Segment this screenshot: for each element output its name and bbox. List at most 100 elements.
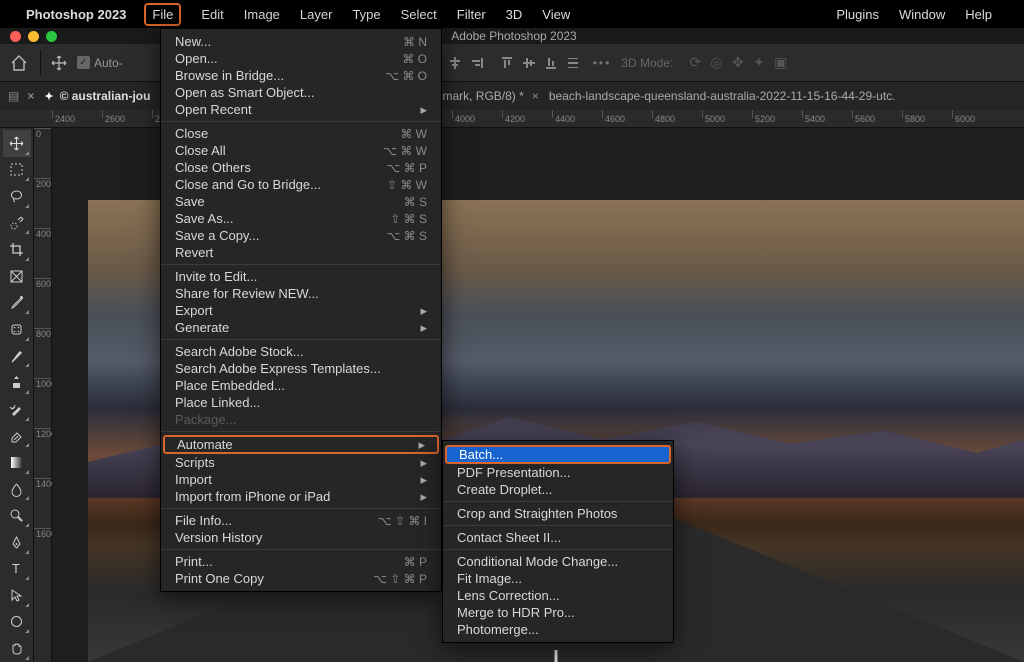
menu-item-close-and-go-to-bridge[interactable]: Close and Go to Bridge... ⇧ ⌘ W [161,176,441,193]
menu-item-merge-to-hdr-pro[interactable]: Merge to HDR Pro... [443,604,673,621]
menu-item-place-embedded[interactable]: Place Embedded... [161,377,441,394]
hand-tool[interactable] [3,635,31,662]
app-name[interactable]: Photoshop 2023 [26,7,126,22]
lasso-tool[interactable] [3,183,31,210]
menu-item-label: Close and Go to Bridge... [175,177,359,192]
menu-item-contact-sheet-ii[interactable]: Contact Sheet II... [443,529,673,546]
orbit-icon[interactable]: ⟳ [689,54,701,70]
align-top-icon[interactable] [497,53,517,73]
menu-item-file-info[interactable]: File Info...⌥ ⇧ ⌘ I [161,512,441,529]
menu-item-import-from-iphone-or-ipad[interactable]: Import from iPhone or iPad▸ [161,488,441,505]
type-tool[interactable]: T [3,556,31,583]
menu-item-save[interactable]: Save⌘ S [161,193,441,210]
menu-item-close[interactable]: Close⌘ W [161,125,441,142]
menu-item-print-one-copy[interactable]: Print One Copy⌥ ⇧ ⌘ P [161,570,441,587]
menu-item-label: Import [175,472,392,487]
menu-window[interactable]: Window [899,7,945,22]
slide-icon[interactable]: ✦ [753,54,765,70]
menu-plugins[interactable]: Plugins [836,7,879,22]
pan-icon[interactable]: ✥ [732,54,744,70]
menu-type[interactable]: Type [352,7,380,22]
roll-icon[interactable]: ◎ [710,54,722,70]
menu-item-new[interactable]: New...⌘ N [161,33,441,50]
close-tab-icon[interactable]: × [27,89,34,103]
menu-3d[interactable]: 3D [506,7,523,22]
history-brush-tool[interactable] [3,396,31,423]
blur-tool[interactable] [3,476,31,503]
align-middle-icon[interactable] [519,53,539,73]
menu-item-pdf-presentation[interactable]: PDF Presentation... [443,464,673,481]
menu-file[interactable]: File [144,3,181,26]
menu-item-open-as-smart-object[interactable]: Open as Smart Object... [161,84,441,101]
path-selection-tool[interactable] [3,582,31,609]
menu-item-place-linked[interactable]: Place Linked... [161,394,441,411]
menu-item-batch[interactable]: Batch... [445,445,671,464]
marquee-tool[interactable] [3,157,31,184]
menu-help[interactable]: Help [965,7,992,22]
menu-item-scripts[interactable]: Scripts▸ [161,454,441,471]
move-tool-icon[interactable] [51,55,67,71]
menu-item-create-droplet[interactable]: Create Droplet... [443,481,673,498]
menu-item-close-others[interactable]: Close Others⌥ ⌘ P [161,159,441,176]
menu-item-search-adobe-express-templates[interactable]: Search Adobe Express Templates... [161,360,441,377]
menu-select[interactable]: Select [401,7,437,22]
menu-item-browse-in-bridge[interactable]: Browse in Bridge...⌥ ⌘ O [161,67,441,84]
menu-item-fit-image[interactable]: Fit Image... [443,570,673,587]
menu-item-save-as[interactable]: Save As...⇧ ⌘ S [161,210,441,227]
submenu-arrow-icon: ▸ [420,455,427,471]
menu-item-automate[interactable]: Automate▸ [163,435,439,454]
quick-selection-tool[interactable] [3,210,31,237]
menu-item-lens-correction[interactable]: Lens Correction... [443,587,673,604]
menu-item-conditional-mode-change[interactable]: Conditional Mode Change... [443,553,673,570]
align-center-h-icon[interactable] [445,53,465,73]
camera-icon[interactable]: ▣ [774,54,787,70]
menu-item-open[interactable]: Open...⌘ O [161,50,441,67]
brush-tool[interactable] [3,343,31,370]
eraser-tool[interactable] [3,423,31,450]
healing-brush-tool[interactable] [3,316,31,343]
menu-item-photomerge[interactable]: Photomerge... [443,621,673,638]
menu-item-revert[interactable]: Revert [161,244,441,261]
pen-tool[interactable] [3,529,31,556]
shape-tool[interactable] [3,609,31,636]
menu-item-close-all[interactable]: Close All⌥ ⌘ W [161,142,441,159]
shortcut-label: ⇧ ⌘ W [387,178,427,192]
shortcut-label: ⌘ S [404,195,427,209]
menu-item-version-history[interactable]: Version History [161,529,441,546]
menu-item-save-a-copy[interactable]: Save a Copy...⌥ ⌘ S [161,227,441,244]
more-options-icon[interactable]: ••• [593,56,612,70]
menu-item-open-recent[interactable]: Open Recent▸ [161,101,441,118]
frame-tool[interactable] [3,263,31,290]
menu-item-invite-to-edit[interactable]: Invite to Edit... [161,268,441,285]
close-tab-icon[interactable]: × [532,89,539,103]
menu-item-search-adobe-stock[interactable]: Search Adobe Stock... [161,343,441,360]
menu-item-export[interactable]: Export▸ [161,302,441,319]
tabbar-assets-icon[interactable]: ▤ [8,89,19,103]
align-bottom-icon[interactable] [541,53,561,73]
tab-1[interactable]: ×✦© australian-jou [27,89,150,103]
menu-filter[interactable]: Filter [457,7,486,22]
menu-layer[interactable]: Layer [300,7,333,22]
dodge-tool[interactable] [3,502,31,529]
home-icon[interactable] [8,53,30,73]
menu-edit[interactable]: Edit [201,7,223,22]
auto-select-checkbox[interactable]: ✓Auto- [77,56,123,70]
menu-item-label: PDF Presentation... [457,465,659,480]
menu-item-print[interactable]: Print...⌘ P [161,553,441,570]
gradient-tool[interactable] [3,449,31,476]
align-right-icon[interactable] [467,53,487,73]
distribute-icon[interactable] [563,53,583,73]
menu-item-import[interactable]: Import▸ [161,471,441,488]
menu-item-generate[interactable]: Generate▸ [161,319,441,336]
menu-item-label: Close All [175,143,355,158]
menu-image[interactable]: Image [244,7,280,22]
crop-tool[interactable] [3,236,31,263]
move-tool[interactable] [3,130,31,157]
menu-item-crop-and-straighten-photos[interactable]: Crop and Straighten Photos [443,505,673,522]
eyedropper-tool[interactable] [3,290,31,317]
menu-item-label: Place Embedded... [175,378,427,393]
tab-3[interactable]: ×beach-landscape-queensland-australia-20… [532,89,896,103]
menu-item-share-for-review-new[interactable]: Share for Review NEW... [161,285,441,302]
clone-stamp-tool[interactable] [3,369,31,396]
menu-view[interactable]: View [542,7,570,22]
